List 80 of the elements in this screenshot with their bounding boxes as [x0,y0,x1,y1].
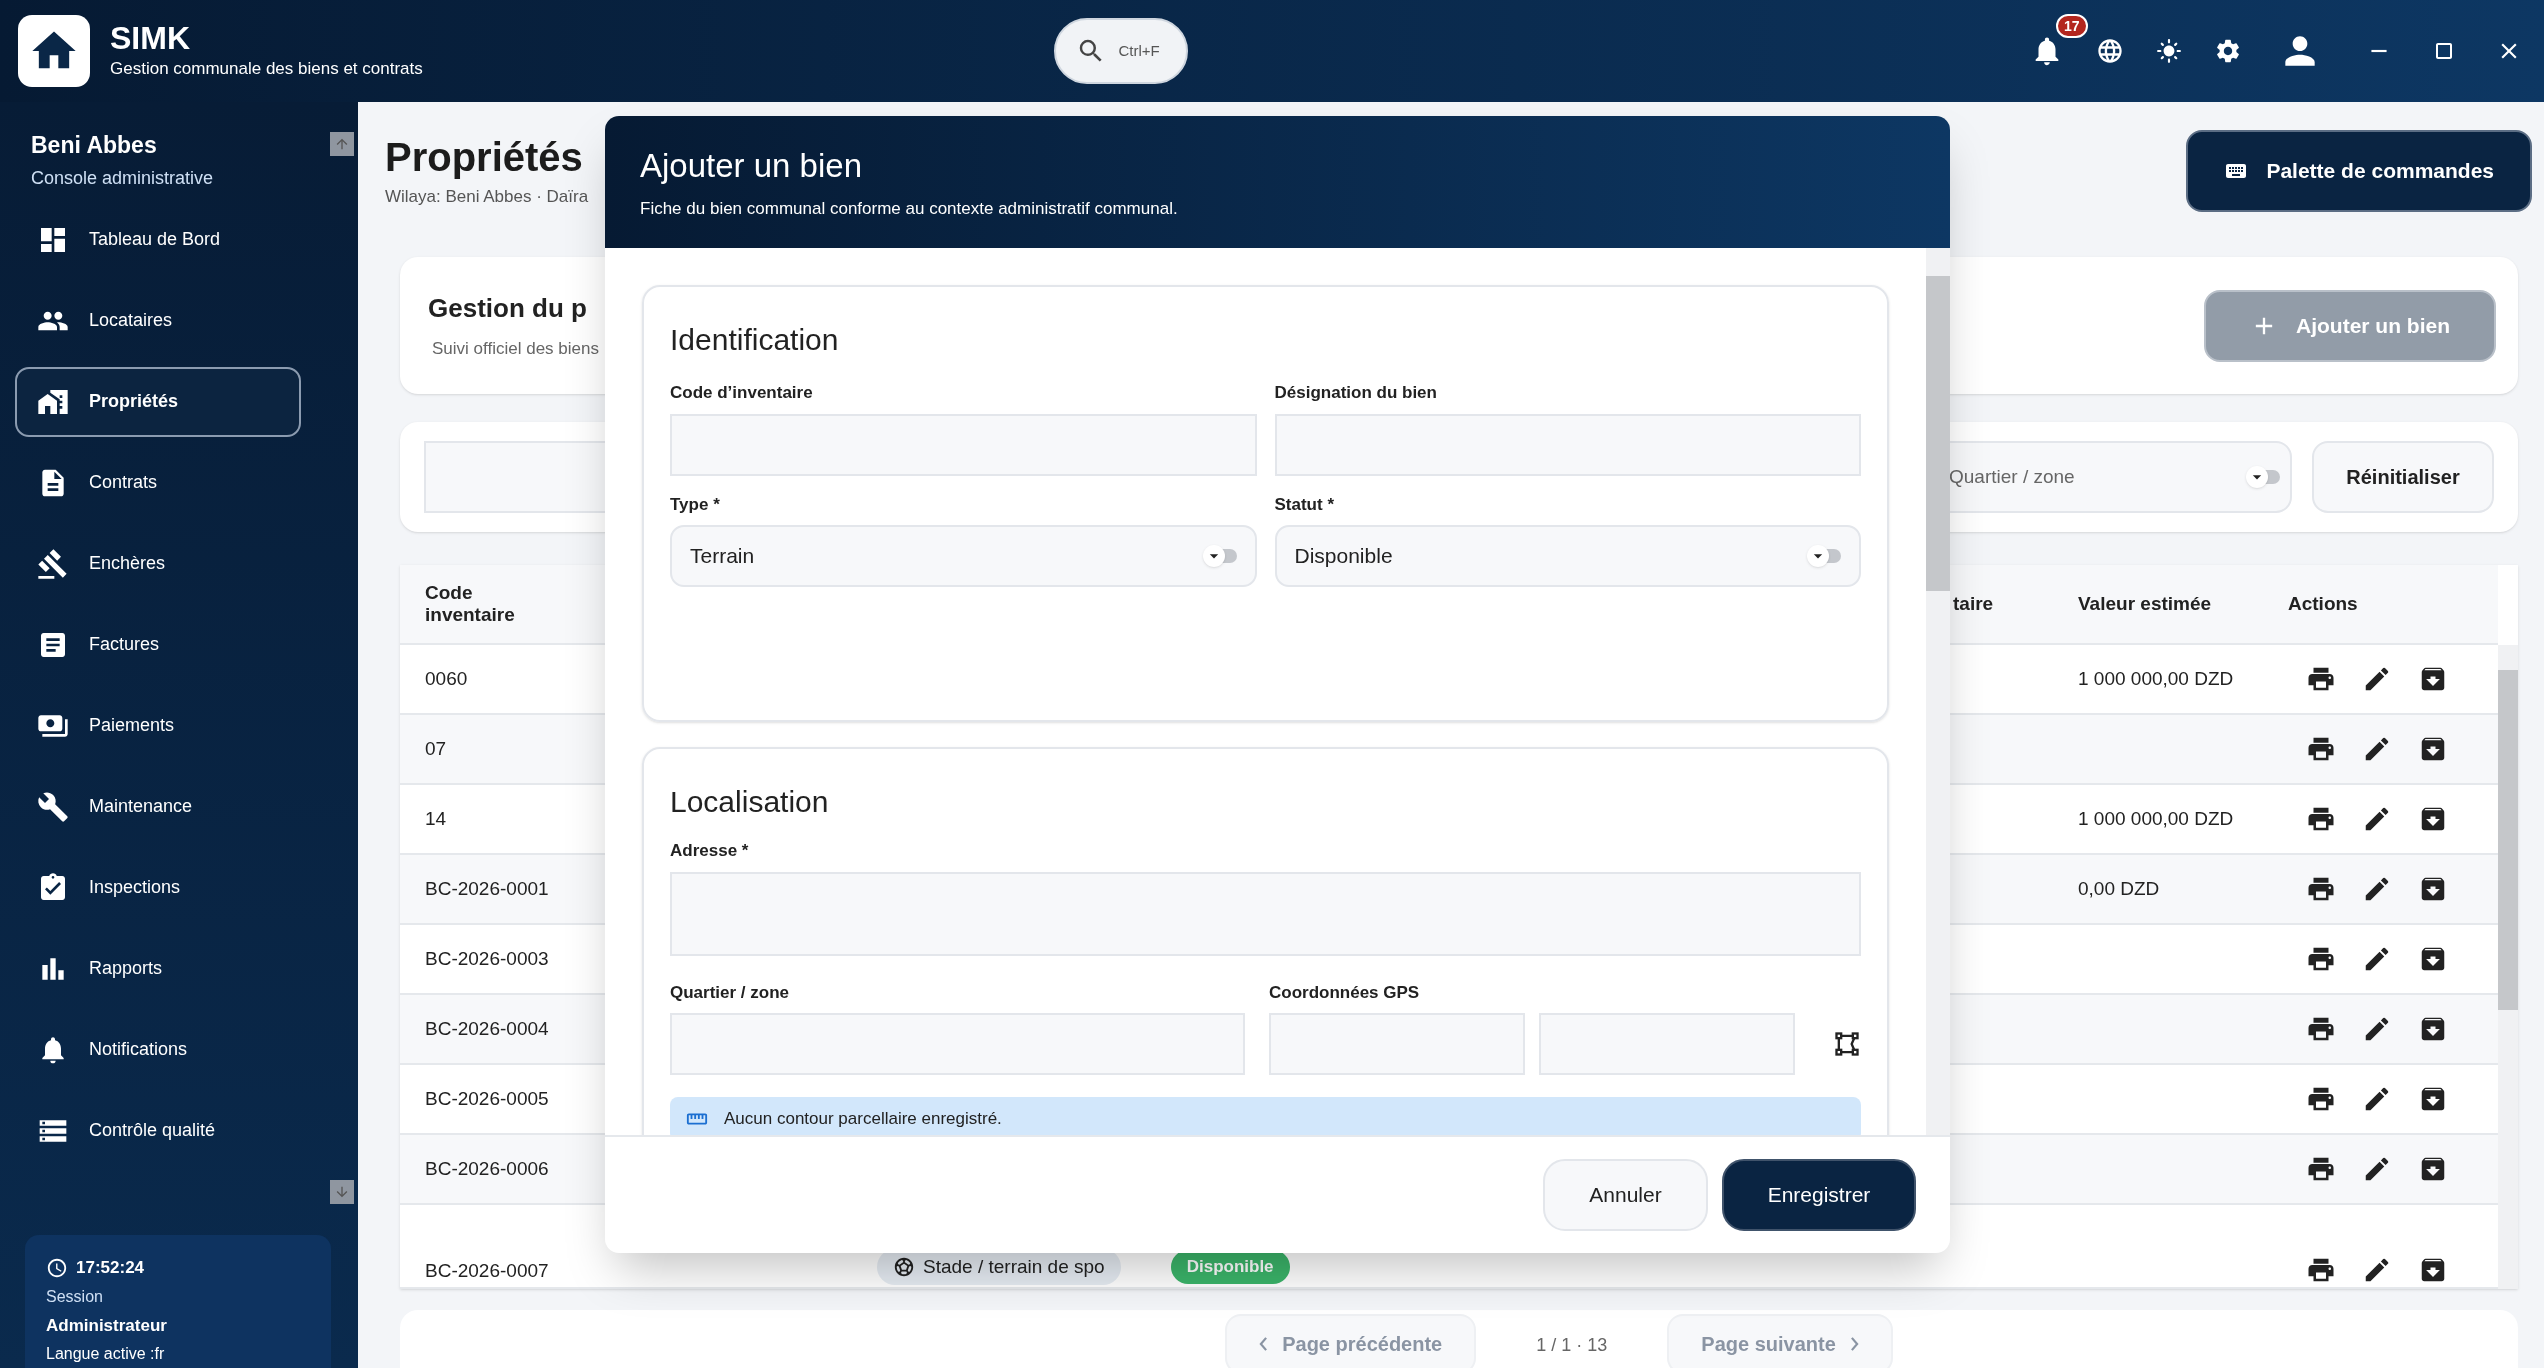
nav-item[interactable]: Maintenance [15,771,301,842]
nav-item[interactable]: Rapports [15,933,301,1004]
table-cell-text: BC-2026-0001 [424,876,550,901]
dialog-title: Ajouter un bien [640,146,863,186]
table-cell-text: BC-2026-0003 [424,946,550,971]
settings-icon[interactable] [2214,37,2242,65]
dropdown-toggle-icon [1807,544,1841,568]
input-field[interactable] [1274,413,1861,476]
table-cell-text: BC-2026-0004 [424,1016,550,1041]
nav-item[interactable]: Inspections [15,852,301,923]
chevron-left-icon [1259,1337,1269,1351]
field-label: Quartier / zone [670,981,791,1004]
table-cell-text: BC-2026-0007 [424,1258,550,1283]
nav-item[interactable]: Propriétés [15,366,301,437]
cancel-button[interactable]: Annuler [1543,1159,1708,1231]
nav-item[interactable]: Paiements [15,690,301,761]
session-time: 17:52:24 [76,1257,145,1279]
column-header: taire [1953,591,1995,616]
app-title: SIMK [110,20,191,57]
chevron-right-icon [1849,1337,1859,1351]
table-cell-text: 1 000 000,00 DZD [2078,666,2235,691]
select-field[interactable]: Disponible [1274,525,1861,587]
dropdown-toggle-icon [2246,465,2280,489]
info-text: Aucun contour parcellaire enregistré. [724,1108,1002,1131]
table-cell-text: 0,00 DZD [2078,876,2161,901]
nav-item[interactable]: Factures [15,609,301,680]
session-role: Administrateur [46,1314,168,1337]
table-cell-text: 0060 [424,666,469,691]
field-label: Code d’inventaire [670,382,814,404]
notification-count: 17 [2056,14,2088,38]
nav-item[interactable]: Enchères [15,528,301,599]
input-field[interactable] [670,413,1257,476]
column-header: Code inventaire [425,582,516,626]
column-header: Valeur estimée [2078,591,2213,616]
save-button[interactable]: Enregistrer [1722,1159,1916,1231]
field-label: Désignation du bien [1274,382,1438,404]
brightness-icon[interactable] [2156,38,2182,64]
field-label: Coordonnées GPS [1269,981,1421,1004]
dialog-subtitle: Fiche du bien communal conforme au contexte administratif communal. [640,198,1179,220]
breadcrumb: Wilaya: Beni Abbes · Daïra [385,186,589,208]
gavel-icon [37,547,69,580]
search-button[interactable]: Ctrl+F [1054,18,1189,84]
polygon-icon[interactable] [1833,1030,1861,1058]
clock-icon [46,1256,68,1279]
globe-icon[interactable] [2096,37,2124,65]
field-label: Type * [670,493,721,516]
dropdown-toggle-icon [1202,544,1237,568]
card-title: Localisation [670,784,830,820]
sidebar-title: Beni Abbes [31,131,158,160]
table-cell-text: 1 000 000,00 DZD [2078,806,2235,831]
table-cell-text: BC-2026-0005 [424,1086,550,1111]
field-label: Adresse * [670,840,750,862]
table-cell-text: BC-2026-0006 [424,1156,550,1181]
table-cell-text: 07 [424,736,448,761]
app-subtitle: Gestion communale des biens et contrats [110,58,423,81]
section-subtitle: Suivi officiel des biens [432,338,599,361]
input-field[interactable] [670,1013,1245,1075]
select-field[interactable]: Terrain [670,525,1257,587]
page-info: 1 / 1 · 13 [1536,1334,1608,1357]
nav-item[interactable]: Locataires [15,285,301,356]
input-field[interactable] [670,871,1861,956]
nav-item[interactable]: Notifications [15,1014,301,1085]
nav-item[interactable]: Contrats [15,447,301,518]
reset-button[interactable]: Réinitialiser [2312,441,2494,513]
section-title: Gestion du p [428,292,588,326]
field-label: Statut * [1274,493,1335,516]
table-cell-text: 14 [424,806,448,831]
card-title: Identification [670,322,840,358]
session-language: Langue active :fr [46,1344,166,1364]
nav-item[interactable]: Contrôle qualité [15,1095,301,1166]
session-label: Session [46,1286,104,1307]
home-logo[interactable] [18,15,90,87]
input-field[interactable] [1269,1013,1525,1075]
page-title: Propriétés [385,134,584,181]
wrench-icon [37,790,69,823]
command-palette-button[interactable]: Palette de commandes [2186,130,2532,212]
column-header: Actions [2288,591,2359,616]
input-field[interactable] [1539,1013,1795,1075]
nav-item[interactable]: Tableau de Bord [15,204,301,275]
sidebar-subtitle: Console administrative [31,166,215,190]
